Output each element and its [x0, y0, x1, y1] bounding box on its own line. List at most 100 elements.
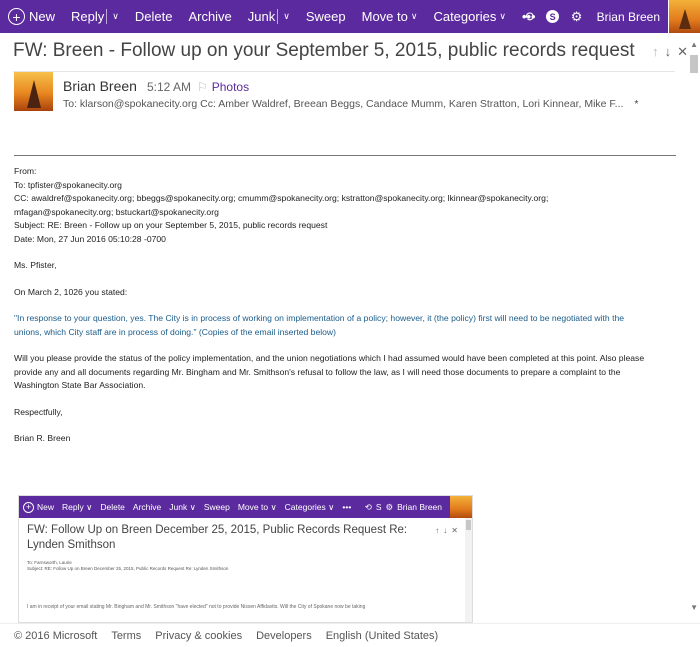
- move-to-label: Move to: [361, 9, 408, 24]
- new-label: New: [29, 9, 56, 24]
- skype-icon[interactable]: S: [543, 7, 563, 27]
- command-bar: + New Reply ∨ Delete Archive Junk ∨ Swee…: [0, 0, 700, 33]
- message-body: From: To: tpfister@spokanecity.org CC: a…: [14, 155, 676, 446]
- previous-message-icon: ↑: [435, 526, 440, 535]
- close-icon[interactable]: ✕: [677, 44, 688, 60]
- new-button[interactable]: + New: [0, 0, 63, 33]
- sender-row: Brian Breen 5:12 AM ⚐ Photos: [63, 78, 249, 94]
- chevron-down-icon: ∨: [499, 11, 506, 21]
- divider: [106, 9, 108, 24]
- avatar[interactable]: [668, 0, 700, 33]
- inset-moveto-item: Move to ∨: [237, 501, 277, 513]
- inset-archive-label: Archive: [132, 502, 162, 512]
- quote-line: "In response to your question, yes. The …: [14, 313, 625, 323]
- language-link[interactable]: English (United States): [326, 630, 439, 642]
- user-name[interactable]: Brian Breen: [589, 10, 668, 24]
- sender-name[interactable]: Brian Breen: [63, 78, 137, 94]
- reply-button[interactable]: Reply ∨: [63, 0, 127, 33]
- paragraph: On March 2, 1026 you stated:: [14, 286, 128, 297]
- divider: [14, 155, 676, 156]
- inset-scroll-thumb: [466, 520, 471, 530]
- archive-button[interactable]: Archive: [180, 0, 239, 33]
- cc-line: CC: awaldref@spokanecity.org; bbeggs@spo…: [14, 193, 549, 203]
- plus-icon: +: [23, 501, 34, 513]
- categories-label: Categories: [433, 9, 497, 24]
- sweep-button[interactable]: Sweep: [298, 0, 354, 33]
- date-line: Date: Mon, 27 Jun 2016 05:10:28 -0700: [14, 233, 166, 244]
- inset-subject-line: Subject: RE: Follow Up on Breen December…: [27, 566, 229, 571]
- to-line: To: tpfister@spokanecity.org: [14, 179, 122, 190]
- inset-moveto-label: Move to: [237, 502, 269, 512]
- greeting: Ms. Pfister,: [14, 260, 57, 270]
- inset-body: I am in receipt of your email stating Mr…: [27, 604, 366, 610]
- cc-line-continued: mfagan@spokanecity.org; bstuckart@spokan…: [14, 206, 219, 217]
- next-message-icon[interactable]: ↓: [665, 44, 672, 60]
- inset-toolbar-right: ⟲ S ⚙ Brian Breen: [365, 496, 472, 518]
- developers-link[interactable]: Developers: [256, 630, 312, 642]
- inset-command-bar: + New Reply ∨ Delete Archive Junk ∨ Sweep…: [19, 496, 472, 518]
- subject-line: Subject: RE: Breen - Follow up on your S…: [14, 220, 328, 230]
- inset-reply-label: Reply: [62, 502, 84, 512]
- delete-button[interactable]: Delete: [127, 0, 181, 33]
- archive-label: Archive: [188, 9, 232, 24]
- gear-icon[interactable]: ⚙: [567, 7, 587, 27]
- inset-sweep-label: Sweep: [203, 502, 230, 512]
- scroll-down-arrow[interactable]: ▼: [690, 603, 698, 612]
- from-line: From:: [14, 166, 37, 176]
- closing: Respectfully,: [14, 406, 63, 417]
- plus-icon: +: [8, 8, 25, 25]
- recipients-line: To: klarson@spokanecity.org Cc: Amber Wa…: [63, 98, 638, 110]
- paragraph: Will you please provide the status of th…: [14, 353, 645, 363]
- inset-junk-label: Junk: [169, 502, 188, 512]
- privacy-link[interactable]: Privacy & cookies: [155, 630, 242, 642]
- reply-label: Reply: [71, 9, 105, 24]
- sailboat-icon: [27, 80, 41, 108]
- quote-line: unions, which City staff are in process …: [14, 326, 336, 337]
- junk-label: Junk: [247, 9, 276, 24]
- undo-icon[interactable]: ⟲: [519, 7, 539, 27]
- inset-categories-item: Categories ∨: [284, 501, 335, 513]
- chevron-down-icon[interactable]: ∨: [112, 11, 119, 22]
- sent-time: 5:12 AM: [146, 80, 191, 94]
- inset-delete-label: Delete: [100, 502, 125, 512]
- terms-link[interactable]: Terms: [111, 630, 141, 642]
- divider: [13, 71, 675, 72]
- next-message-icon: ↓: [443, 526, 448, 535]
- junk-button[interactable]: Junk ∨: [240, 0, 298, 33]
- paragraph: Washington State Bar Association.: [14, 380, 146, 390]
- scrollbar-thumb[interactable]: [690, 55, 698, 73]
- inset-new-item: + New: [19, 501, 58, 513]
- gear-icon: ⚙: [385, 501, 394, 512]
- flag-icon[interactable]: ⚐: [197, 80, 208, 94]
- paragraph: provide any and all documents regarding …: [14, 366, 621, 377]
- photos-link[interactable]: Photos: [212, 80, 249, 94]
- delete-label: Delete: [134, 9, 173, 24]
- message-subject: FW: Breen - Follow up on your September …: [13, 40, 635, 61]
- inset-user-name: Brian Breen: [397, 502, 442, 512]
- signature: Brian R. Breen: [14, 433, 71, 443]
- copyright: © 2016 Microsoft: [14, 629, 98, 642]
- sweep-label: Sweep: [305, 9, 346, 24]
- expand-recipients-button[interactable]: *: [634, 98, 638, 110]
- move-to-button[interactable]: Move to ∨: [354, 0, 426, 33]
- inset-categories-label: Categories: [284, 502, 326, 512]
- close-icon: ✕: [451, 526, 458, 535]
- previous-message-icon[interactable]: ↑: [652, 44, 659, 60]
- recipients-text: To: klarson@spokanecity.org Cc: Amber Wa…: [63, 98, 624, 110]
- toolbar-right: ⟲ S ⚙ Brian Breen: [517, 0, 700, 33]
- inset-reply-item: Reply ∨: [62, 501, 93, 513]
- inset-subject: FW: Follow Up on Breen December 25, 2015…: [27, 524, 408, 551]
- scroll-up-arrow[interactable]: ▲: [690, 40, 698, 49]
- categories-button[interactable]: Categories ∨: [425, 0, 513, 33]
- message-nav: ↑ ↓ ✕: [652, 44, 688, 60]
- inset-message-nav: ↑ ↓ ✕: [435, 526, 458, 535]
- sailboat-icon: [679, 9, 691, 29]
- chevron-down-icon[interactable]: ∨: [283, 11, 290, 22]
- inset-more-icon: •••: [342, 502, 352, 512]
- inserted-screenshot: + New Reply ∨ Delete Archive Junk ∨ Sweep…: [18, 495, 473, 623]
- divider: [277, 9, 279, 24]
- footer: © 2016 Microsoft Terms Privacy & cookies…: [0, 623, 700, 647]
- sender-avatar: [14, 72, 53, 111]
- inset-new-label: New: [37, 502, 55, 512]
- inset-junk-item: Junk ∨: [169, 501, 196, 513]
